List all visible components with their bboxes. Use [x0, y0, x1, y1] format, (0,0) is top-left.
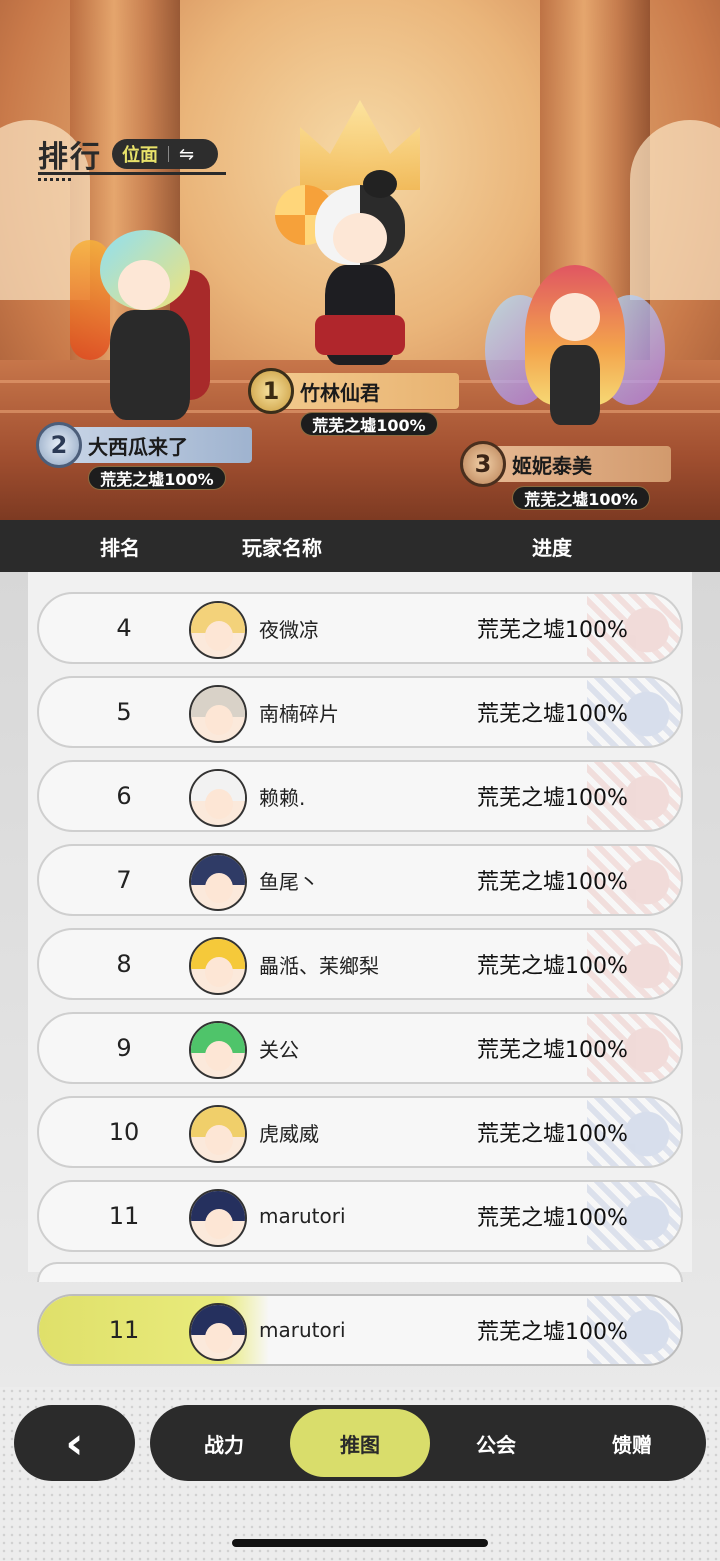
row-progress: 荒芜之墟100% — [477, 954, 628, 979]
podium-character-2[interactable] — [70, 230, 220, 430]
row-player-name: 虎威威 — [259, 1121, 319, 1146]
leaderboard-list[interactable]: 4 夜微凉 荒芜之墟100% 5 南楠碎片 荒芜之墟100% 6 赖赖. 荒芜之… — [0, 572, 720, 1387]
table-row-partial — [37, 1262, 683, 1282]
avatar[interactable] — [189, 937, 247, 995]
podium-nameplate-2: 2 大西瓜来了 — [36, 422, 252, 468]
row-progress: 荒芜之墟100% — [477, 1038, 628, 1063]
row-player-name: marutori — [259, 1204, 346, 1228]
podium-name-2: 大西瓜来了 — [62, 427, 252, 463]
title-bar: 排行 位面 ⇋ — [38, 132, 226, 181]
table-row[interactable]: 10 虎威威 荒芜之墟100% — [37, 1096, 683, 1168]
my-rank: 11 — [108, 1316, 140, 1344]
podium-name-1: 竹林仙君 — [274, 373, 459, 409]
row-player-name: 赖赖. — [259, 785, 306, 810]
my-rank-row[interactable]: 11 marutori 荒芜之墟100% — [37, 1294, 683, 1366]
row-rank: 5 — [116, 698, 132, 726]
row-player-name: 夜微凉 — [259, 617, 319, 642]
tab-power[interactable]: 战力 — [154, 1405, 294, 1481]
rank-medal-3: 3 — [460, 441, 506, 487]
podium-nameplate-3: 3 姬妮泰美 — [460, 441, 671, 487]
avatar[interactable] — [189, 685, 247, 743]
podium-nameplate-1: 1 竹林仙君 — [248, 368, 459, 414]
row-progress: 荒芜之墟100% — [477, 1122, 628, 1147]
row-progress: 荒芜之墟100% — [477, 702, 628, 727]
row-player-name: 鱼尾丶 — [259, 869, 319, 894]
filter-label: 位面 — [122, 145, 158, 166]
tab-stage-progress[interactable]: 推图 — [290, 1409, 430, 1477]
avatar[interactable] — [189, 853, 247, 911]
podium-character-1[interactable] — [275, 170, 425, 375]
row-progress: 荒芜之墟100% — [477, 618, 628, 643]
home-indicator[interactable] — [232, 1539, 488, 1547]
rank-medal-2: 2 — [36, 422, 82, 468]
swap-icon: ⇋ — [179, 143, 195, 165]
avatar[interactable] — [189, 1105, 247, 1163]
avatar[interactable] — [189, 769, 247, 827]
tab-guild[interactable]: 公会 — [426, 1405, 566, 1481]
row-player-name: 南楠碎片 — [259, 701, 339, 726]
row-rank: 6 — [116, 782, 132, 810]
header-player: 玩家名称 — [242, 535, 322, 560]
table-row[interactable]: 11 marutori 荒芜之墟100% — [37, 1180, 683, 1252]
podium-progress-3: 荒芜之墟100% — [512, 486, 650, 510]
my-avatar[interactable] — [189, 1303, 247, 1361]
rank-medal-1: 1 — [248, 368, 294, 414]
row-rank: 8 — [116, 950, 132, 978]
row-rank: 4 — [116, 614, 132, 642]
table-row[interactable]: 4 夜微凉 荒芜之墟100% — [37, 592, 683, 664]
table-row[interactable]: 7 鱼尾丶 荒芜之墟100% — [37, 844, 683, 916]
header-rank: 排名 — [100, 535, 140, 560]
row-rank: 11 — [108, 1202, 140, 1230]
podium-progress-2: 荒芜之墟100% — [88, 466, 226, 490]
divider — [168, 146, 169, 162]
back-button[interactable]: ‹ — [14, 1405, 135, 1481]
header-progress: 进度 — [532, 535, 572, 560]
row-rank: 10 — [108, 1118, 140, 1146]
table-row[interactable]: 8 畾湉、苿鄉梨 荒芜之墟100% — [37, 928, 683, 1000]
tab-bar: 战力 推图 公会 馈赠 — [150, 1405, 706, 1481]
title-dots — [38, 178, 72, 181]
podium-name-3: 姬妮泰美 — [486, 446, 671, 482]
table-row[interactable]: 6 赖赖. 荒芜之墟100% — [37, 760, 683, 832]
my-player-name: marutori — [259, 1318, 346, 1342]
my-progress: 荒芜之墟100% — [477, 1320, 628, 1345]
page-title: 排行 — [38, 140, 102, 175]
table-row[interactable]: 5 南楠碎片 荒芜之墟100% — [37, 676, 683, 748]
avatar[interactable] — [189, 601, 247, 659]
avatar[interactable] — [189, 1189, 247, 1247]
row-rank: 9 — [116, 1034, 132, 1062]
row-rank: 7 — [116, 866, 132, 894]
tab-gift[interactable]: 馈赠 — [562, 1405, 702, 1481]
row-progress: 荒芜之墟100% — [477, 870, 628, 895]
row-player-name: 关公 — [259, 1037, 299, 1062]
row-progress: 荒芜之墟100% — [477, 786, 628, 811]
row-progress: 荒芜之墟100% — [477, 1206, 628, 1231]
chevron-left-icon: ‹ — [65, 1417, 84, 1469]
table-row[interactable]: 9 关公 荒芜之墟100% — [37, 1012, 683, 1084]
row-player-name: 畾湉、苿鄉梨 — [259, 953, 379, 978]
avatar[interactable] — [189, 1021, 247, 1079]
podium-progress-1: 荒芜之墟100% — [300, 412, 438, 436]
title-underline — [38, 172, 226, 175]
leaderboard-header: 排名 玩家名称 进度 — [0, 520, 720, 572]
podium-character-3[interactable] — [485, 265, 665, 445]
podium-banner: 排行 位面 ⇋ 1 竹林仙君 荒芜之墟100% 2 大西瓜来了 荒芜之墟100%… — [0, 0, 720, 520]
bottom-bar: ‹ 战力 推图 公会 馈赠 — [0, 1387, 720, 1561]
filter-toggle-button[interactable]: 位面 ⇋ — [112, 139, 218, 169]
